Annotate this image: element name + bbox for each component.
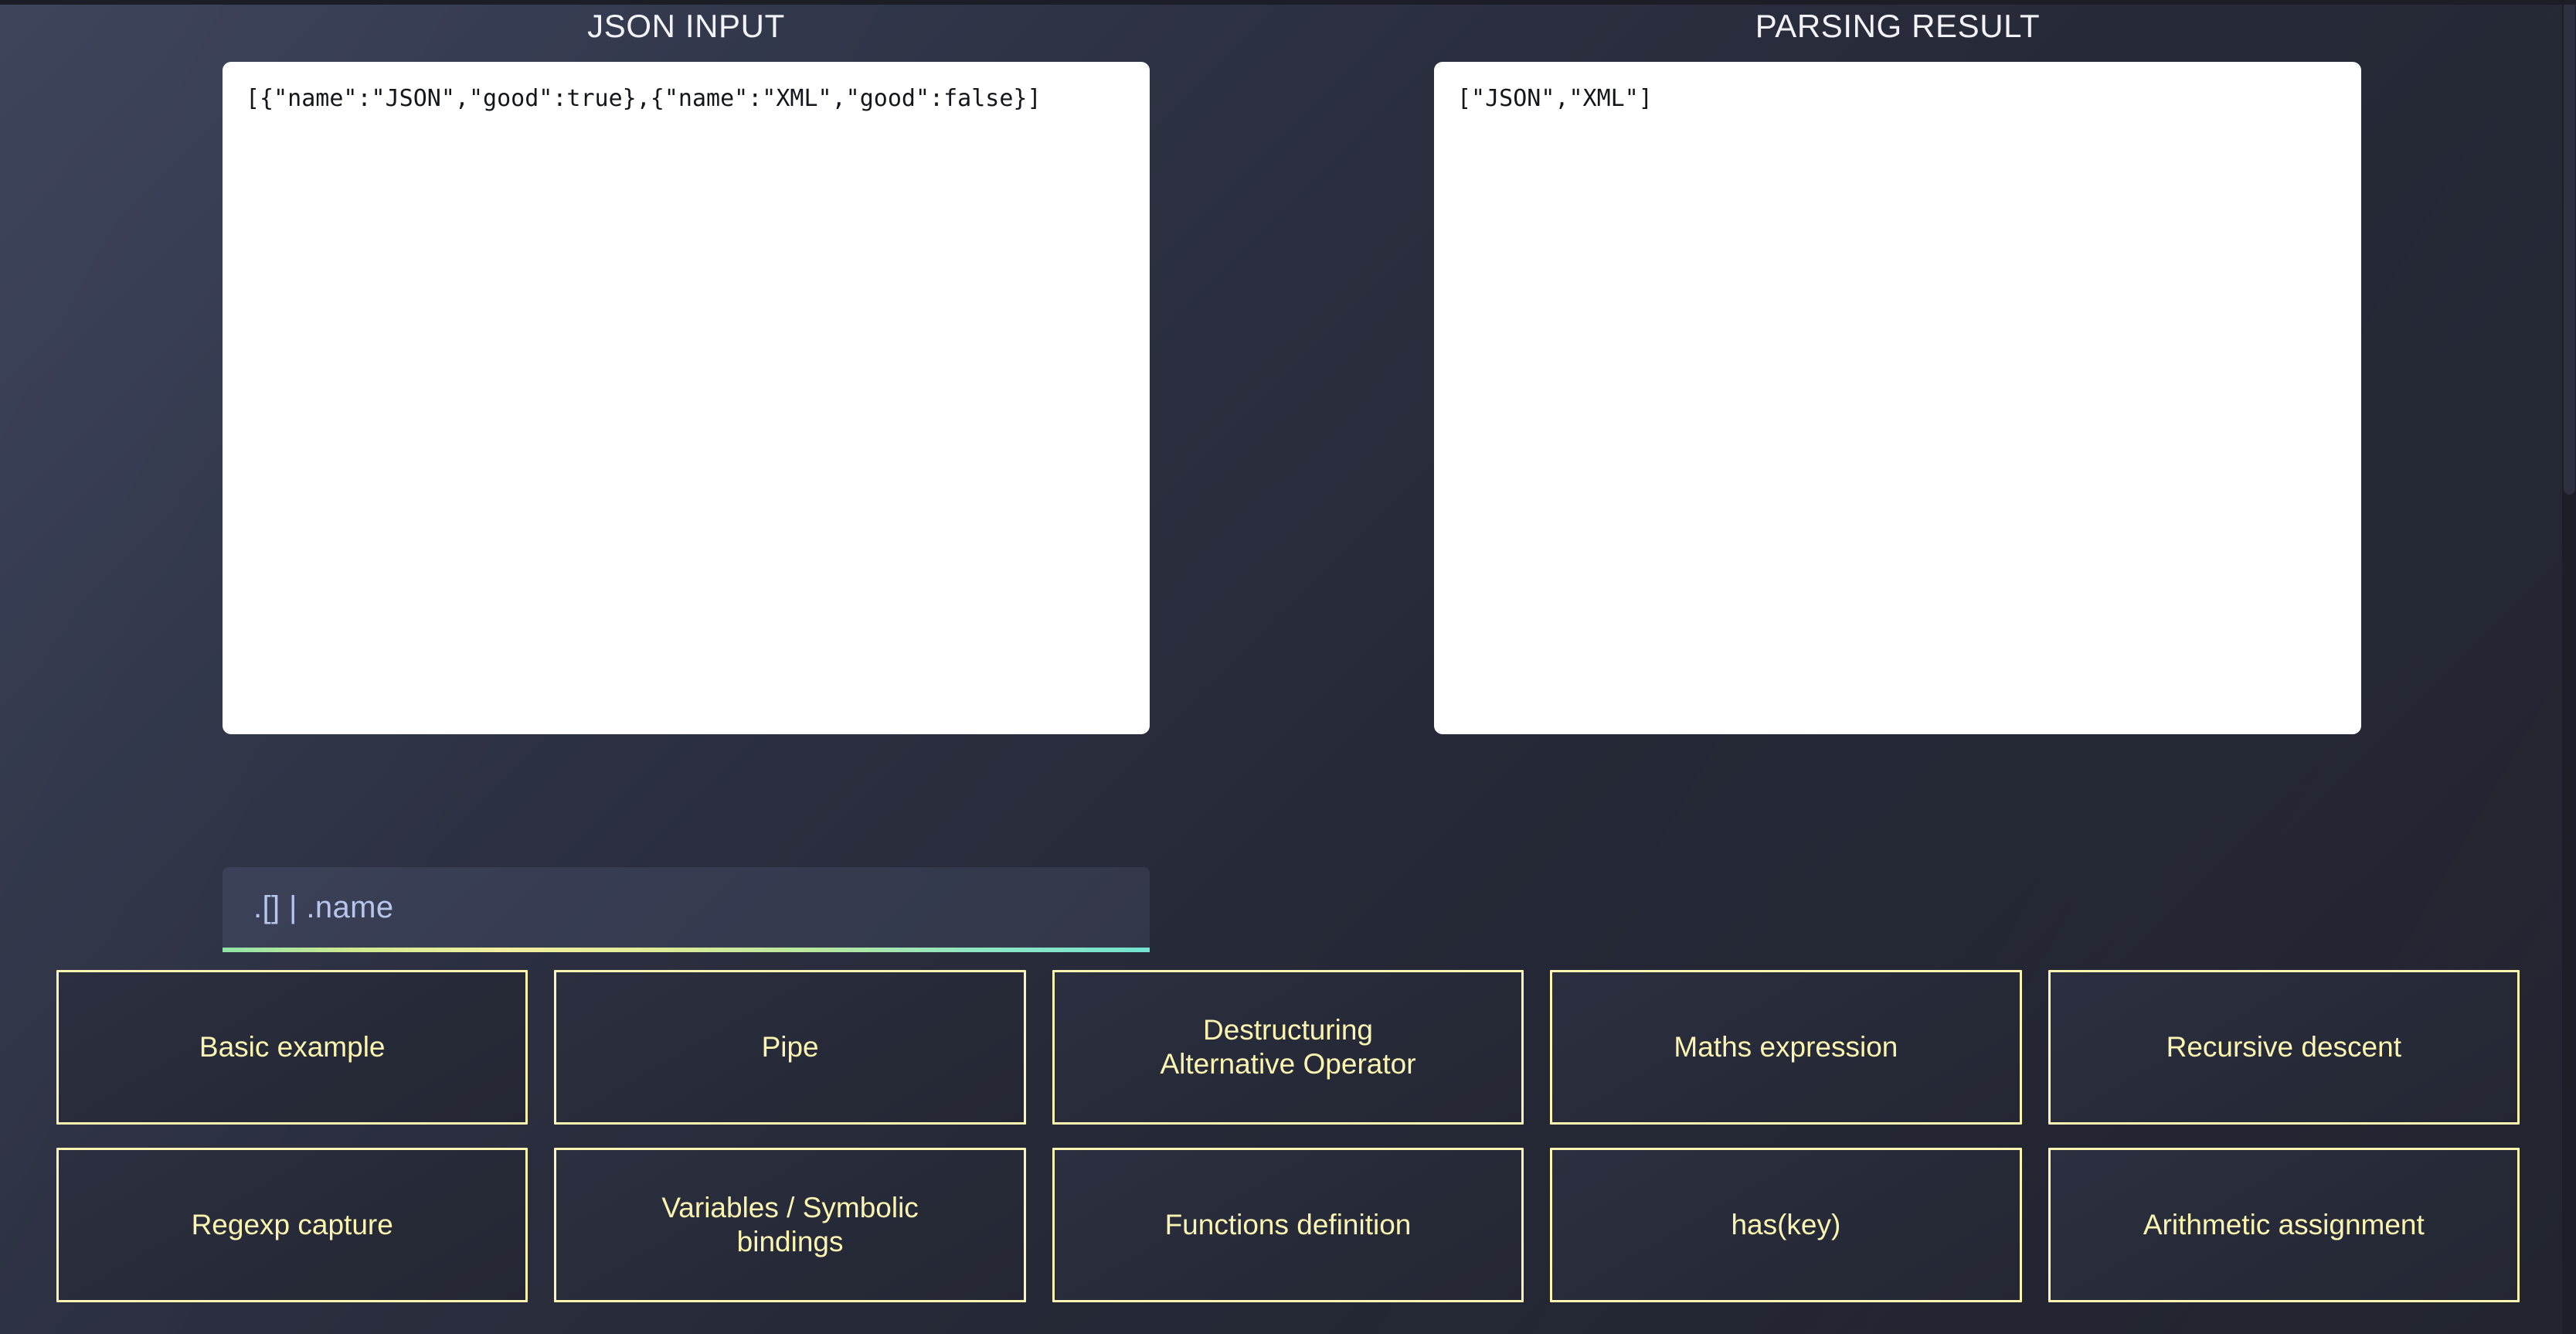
query-input-value: .[] | .name (253, 890, 394, 924)
example-button-regexp-capture[interactable]: Regexp capture (56, 1148, 528, 1302)
json-input-title: JSON INPUT (587, 8, 785, 44)
example-button-variables-bindings[interactable]: Variables / Symbolic bindings (554, 1148, 1026, 1302)
example-button-functions-definition[interactable]: Functions definition (1052, 1148, 1524, 1302)
page-scrollbar-track[interactable] (2562, 0, 2576, 1334)
query-input-underline (223, 948, 1150, 952)
example-button-basic-example[interactable]: Basic example (56, 970, 528, 1125)
example-button-arithmetic-assignment[interactable]: Arithmetic assignment (2048, 1148, 2520, 1302)
example-button-pipe[interactable]: Pipe (554, 970, 1026, 1125)
example-button-maths-expression[interactable]: Maths expression (1550, 970, 2022, 1125)
parsing-result-output[interactable]: ["JSON","XML"] (1434, 62, 2361, 734)
page-scrollbar-thumb[interactable] (2564, 0, 2575, 495)
example-button-destructuring[interactable]: Destructuring Alternative Operator (1052, 970, 1524, 1125)
top-edge-strip (0, 0, 2576, 5)
app-root: JSON INPUT PARSING RESULT [{"name":"JSON… (0, 0, 2576, 1334)
example-button-recursive-descent[interactable]: Recursive descent (2048, 970, 2520, 1125)
parsing-result-value: ["JSON","XML"] (1457, 85, 1653, 112)
examples-grid: Basic example Pipe Destructuring Alterna… (56, 970, 2520, 1302)
json-input-value: [{"name":"JSON","good":true},{"name":"XM… (246, 85, 1042, 112)
example-button-has-key[interactable]: has(key) (1550, 1148, 2022, 1302)
json-input-textarea[interactable]: [{"name":"JSON","good":true},{"name":"XM… (223, 62, 1150, 734)
parsing-result-title: PARSING RESULT (1755, 8, 2041, 44)
query-input[interactable]: .[] | .name (223, 867, 1150, 948)
